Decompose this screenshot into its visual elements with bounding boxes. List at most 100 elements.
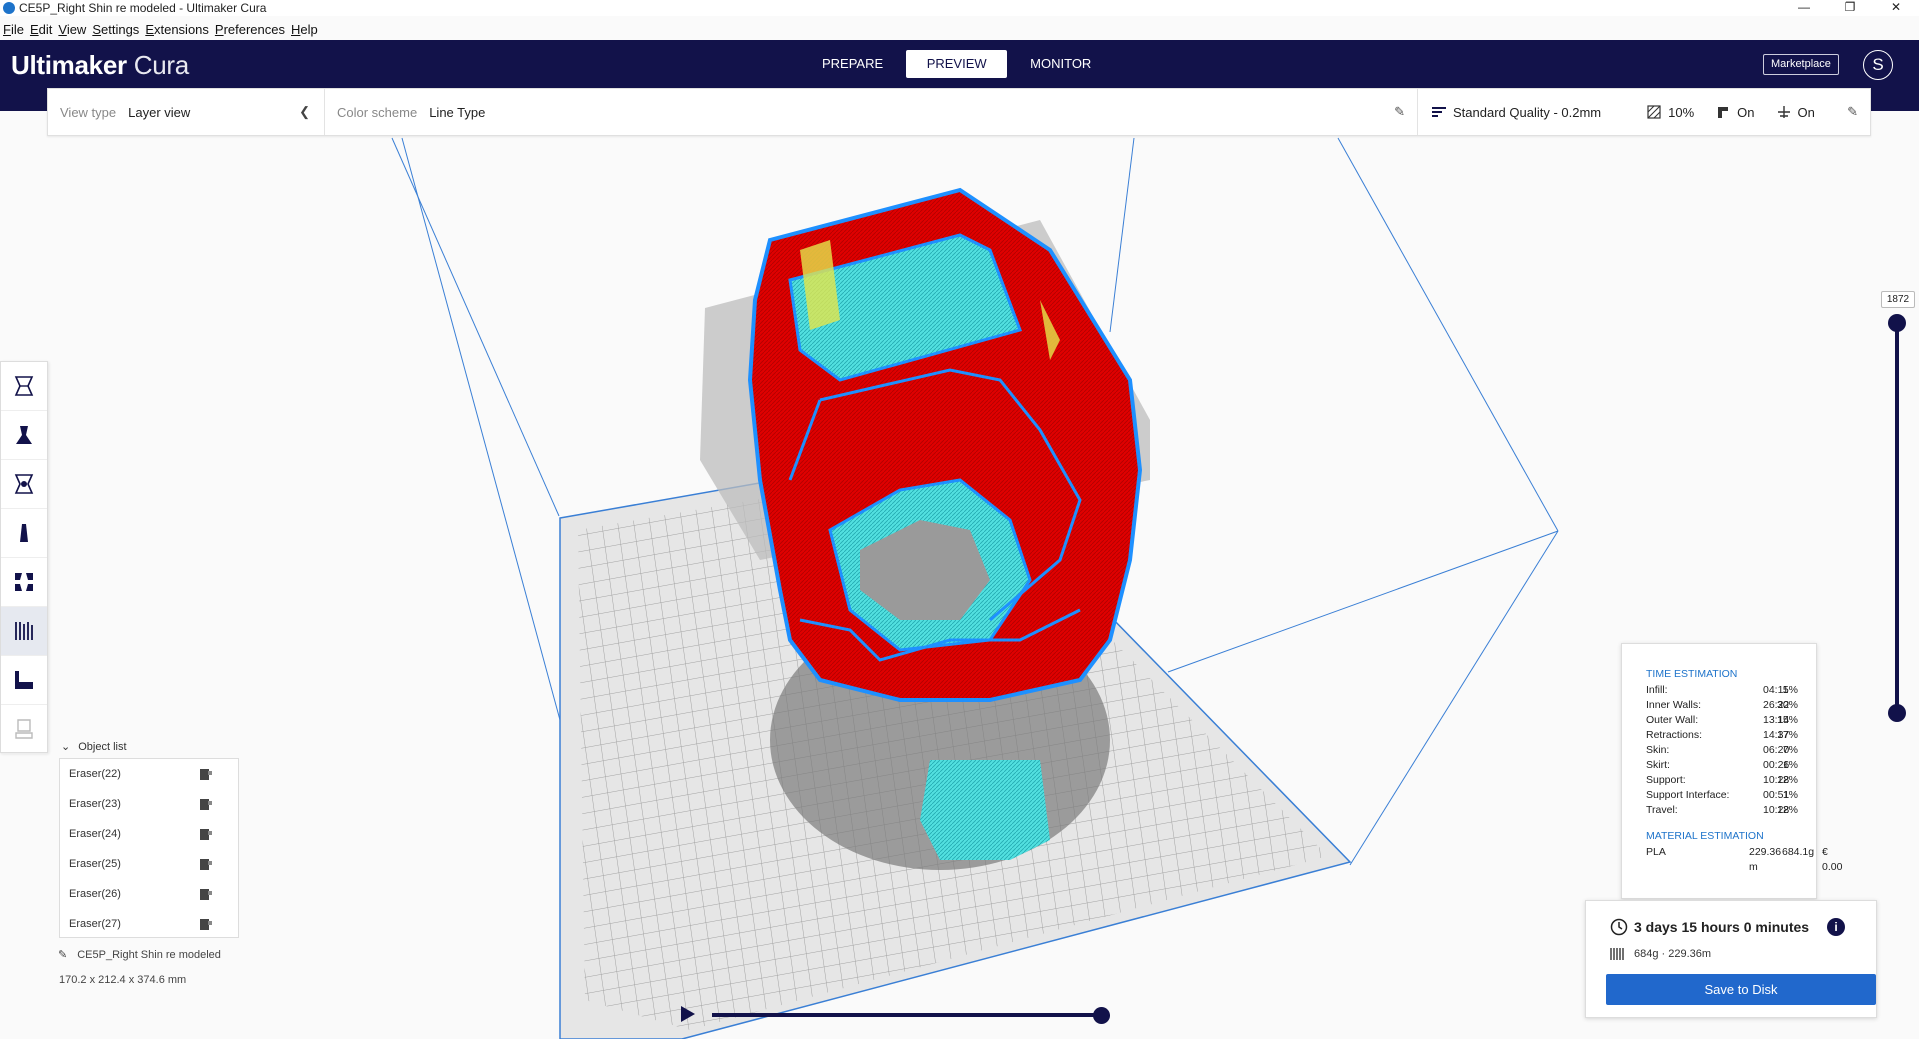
print-settings-selector[interactable]: Standard Quality - 0.2mm 10% On On ✎ [1418, 89, 1870, 135]
adhesion-icon [1777, 106, 1790, 118]
layer-slider-upper-handle[interactable] [1888, 314, 1906, 332]
pencil-icon[interactable]: ✎ [1847, 104, 1858, 120]
chevron-down-icon: ⌄ [61, 741, 71, 753]
table-row: Inner Walls: 26:22 30% [1646, 699, 1798, 711]
table-row: Support: 10:28 12% [1646, 774, 1798, 786]
view-type-selector[interactable]: View type Layer view ❮ [48, 89, 325, 135]
list-item[interactable]: Eraser(22) [60, 759, 238, 789]
menu-bar: File Edit View Settings Extensions Prefe… [0, 19, 321, 40]
table-row: PLA 229.36 m 684.1g € 0.00 [1646, 846, 1843, 873]
support-value: On [1737, 104, 1755, 120]
color-scheme-value: Line Type [429, 104, 486, 120]
quality-icon [1432, 107, 1446, 117]
mirror-tool-button[interactable] [1, 509, 47, 558]
current-layer-input[interactable]: 1872 [1881, 291, 1915, 308]
spool-icon [1610, 948, 1624, 960]
object-list[interactable]: Eraser(22) Eraser(23) Eraser(24) Eraser(… [59, 758, 239, 938]
chevron-left-icon[interactable]: ❮ [299, 104, 310, 120]
move-tool-button[interactable] [1, 362, 47, 411]
eraser-object-icon [200, 769, 212, 780]
close-button[interactable]: ✕ [1873, 0, 1919, 16]
pencil-icon[interactable]: ✎ [1394, 104, 1405, 120]
view-type-label: View type [60, 104, 117, 120]
support-blocker-button[interactable] [1, 607, 47, 656]
menu-settings[interactable]: Settings [89, 19, 142, 40]
eraser-object-icon [200, 919, 212, 930]
time-estimation-header: TIME ESTIMATION [1646, 668, 1738, 680]
print-time: 3 days 15 hours 0 minutes [1610, 918, 1809, 936]
scale-icon [16, 426, 32, 444]
object-list-header[interactable]: ⌄ Object list [61, 740, 127, 753]
print-estimate-panel: TIME ESTIMATION Infill: 04:11 5% Inner Wal… [1621, 643, 1843, 899]
color-scheme-selector[interactable]: Color scheme Line Type ✎ [325, 89, 1418, 135]
layer-slider-lower-handle[interactable] [1888, 704, 1906, 722]
table-row: Outer Wall: 13:14 15% [1646, 714, 1798, 726]
scale-tool-button[interactable] [1, 411, 47, 460]
layer-tool-button[interactable] [1, 656, 47, 705]
table-row: Skin: 06:20 7% [1646, 744, 1798, 756]
info-icon[interactable]: i [1827, 918, 1845, 936]
adhesion-value: On [1797, 104, 1815, 120]
eraser-icon [15, 719, 33, 739]
app-logo: Ultimaker Cura [11, 50, 189, 80]
quality-profile: Standard Quality - 0.2mm [1453, 104, 1602, 120]
eraser-object-icon [200, 889, 212, 900]
list-item[interactable]: Eraser(24) [60, 819, 238, 849]
table-row: Infill: 04:11 5% [1646, 684, 1798, 696]
eraser-object-icon [200, 859, 212, 870]
layer-slider-track[interactable] [1895, 323, 1899, 713]
clock-icon [1610, 918, 1628, 936]
minimize-button[interactable]: — [1781, 0, 1827, 16]
table-row: Travel: 10:28 12% [1646, 804, 1798, 816]
view-type-value: Layer view [128, 104, 191, 120]
pencil-icon: ✎ [58, 949, 68, 961]
print-action-panel: 3 days 15 hours 0 minutes i 684g · 229.3… [1585, 900, 1877, 1018]
window-titlebar: CE5P_Right Shin re modeled - Ultimaker C… [0, 0, 1919, 16]
move-icon [14, 376, 34, 396]
table-row: Support Interface: 00:51 1% [1646, 789, 1798, 801]
rotate-tool-button[interactable] [1, 460, 47, 509]
printed-model [747, 187, 1143, 702]
selected-model-name[interactable]: ✎ CE5P_Right Shin re modeled [58, 948, 221, 962]
infill-icon [1647, 105, 1661, 119]
account-avatar[interactable]: S [1863, 50, 1893, 80]
color-scheme-label: Color scheme [337, 104, 418, 120]
marketplace-button[interactable]: Marketplace [1763, 54, 1839, 75]
tab-monitor[interactable]: MONITOR [1016, 50, 1105, 78]
eraser-tool-button[interactable] [1, 705, 47, 754]
save-to-disk-button[interactable]: Save to Disk [1606, 974, 1876, 1005]
eraser-object-icon [200, 829, 212, 840]
list-item[interactable]: Eraser(27) [60, 909, 238, 937]
path-slider-handle[interactable] [1093, 1007, 1110, 1024]
infill-value: 10% [1668, 104, 1695, 120]
menu-extensions[interactable]: Extensions [142, 19, 212, 40]
support-icon [1718, 107, 1729, 118]
list-item[interactable]: Eraser(23) [60, 789, 238, 819]
support-blocker-icon [15, 622, 33, 640]
support-structure [920, 760, 1050, 860]
material-estimation-header: MATERIAL ESTIMATION [1646, 830, 1764, 842]
view-options-bar: View type Layer view ❮ Color scheme Line… [47, 88, 1871, 136]
menu-edit[interactable]: Edit [27, 19, 55, 40]
mirror-icon [20, 524, 28, 542]
table-row: Retractions: 14:37 17% [1646, 729, 1798, 741]
cura-app-icon [3, 2, 15, 14]
menu-help[interactable]: Help [288, 19, 321, 40]
per-model-settings-button[interactable] [1, 558, 47, 607]
material-usage: 684g · 229.36m [1610, 947, 1711, 961]
tab-prepare[interactable]: PREPARE [808, 50, 897, 78]
maximize-button[interactable]: ❐ [1827, 0, 1873, 16]
list-item[interactable]: Eraser(25) [60, 849, 238, 879]
path-slider-track[interactable] [712, 1013, 1102, 1017]
play-icon[interactable] [681, 1006, 695, 1022]
stage-tabs: PREPARE PREVIEW MONITOR [808, 50, 1114, 78]
tab-preview[interactable]: PREVIEW [906, 50, 1008, 78]
menu-file[interactable]: File [0, 19, 27, 40]
menu-preferences[interactable]: Preferences [212, 19, 288, 40]
list-item[interactable]: Eraser(26) [60, 879, 238, 909]
table-row: Skirt: 00:26 1% [1646, 759, 1798, 771]
layer-icon [15, 671, 33, 689]
model-dimensions: 170.2 x 212.4 x 374.6 mm [59, 974, 187, 986]
eraser-object-icon [200, 799, 212, 810]
menu-view[interactable]: View [55, 19, 89, 40]
